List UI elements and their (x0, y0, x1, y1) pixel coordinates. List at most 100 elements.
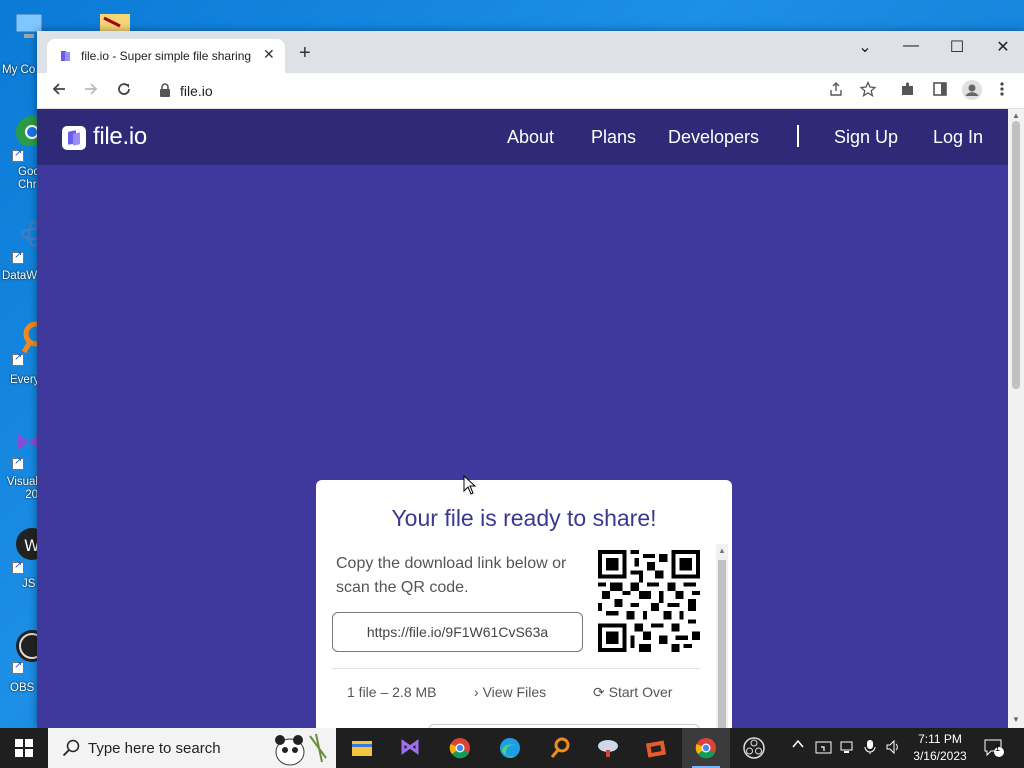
nav-plans[interactable]: Plans (591, 127, 636, 148)
panda-highlight-icon (275, 733, 327, 766)
satellite-dish-icon (598, 740, 618, 757)
tab-title: file.io - Super simple file sharing (81, 49, 252, 63)
tab-close-icon[interactable]: ✕ (263, 46, 275, 63)
taskbar-chrome-active[interactable] (682, 728, 730, 768)
kebab-menu-icon (1000, 82, 1004, 96)
notification-center-button[interactable]: 1 (984, 739, 1004, 757)
shortcut-arrow-icon (12, 660, 24, 674)
scroll-up-arrow-icon[interactable]: ▲ (718, 546, 726, 555)
forward-button[interactable] (83, 81, 99, 102)
nav-separator (797, 125, 799, 147)
scroll-down-arrow-icon[interactable]: ▼ (1012, 715, 1020, 724)
avatar-icon (962, 80, 982, 100)
extensions-button[interactable] (900, 81, 916, 102)
tray-microphone-icon[interactable] (863, 739, 877, 758)
profile-button[interactable] (961, 79, 983, 106)
notification-icon (984, 739, 1004, 757)
start-over-label: Start Over (608, 684, 673, 700)
nav-about[interactable]: About (507, 127, 554, 148)
visual-studio-icon (401, 739, 419, 755)
puzzle-icon (902, 82, 913, 95)
tray-overflow-chevron-icon[interactable] (791, 737, 805, 754)
windows-start-icon[interactable] (15, 739, 33, 757)
nav-log-in[interactable]: Log In (933, 127, 983, 148)
mouse-cursor-icon (463, 475, 477, 495)
new-tab-button[interactable]: + (299, 43, 311, 63)
card-divider (332, 668, 700, 669)
chevron-up-icon (792, 739, 804, 748)
page-scrollbar[interactable]: ▲ ▼ (1008, 109, 1024, 728)
shortcut-arrow-icon (12, 352, 24, 366)
site-navbar: file.io About Plans Developers Sign Up L… (37, 109, 1008, 165)
star-icon (859, 80, 877, 97)
notification-badge: 1 (995, 743, 1001, 753)
search-placeholder: Type here to search (88, 740, 221, 757)
browser-window: file.io - Super simple file sharing ✕ + … (37, 31, 1024, 728)
taskbar-chrome[interactable] (436, 728, 484, 768)
arrow-right-icon (85, 83, 98, 95)
taskbar-obs[interactable] (730, 728, 778, 768)
tray-network-icon[interactable] (839, 739, 855, 758)
address-bar[interactable]: file.io (149, 77, 869, 105)
share-heading: Your file is ready to share! (391, 505, 657, 531)
taskbar-file-explorer[interactable] (338, 728, 386, 768)
chrome-icon (695, 738, 716, 759)
reload-button[interactable] (116, 81, 132, 102)
folder-icon (100, 14, 130, 32)
shortcut-arrow-icon (12, 250, 24, 264)
shortcut-arrow-icon (12, 456, 24, 470)
lock-icon (160, 83, 170, 97)
url-text: file.io (180, 83, 213, 99)
desktop-icon-label: JS (22, 578, 36, 590)
side-panel-button[interactable] (932, 81, 948, 102)
folder-icon (352, 741, 372, 756)
tab-fileio[interactable]: file.io - Super simple file sharing ✕ (47, 39, 285, 73)
menu-button[interactable] (999, 81, 1005, 102)
magnifier-icon (550, 737, 570, 758)
taskbar-app-satellite[interactable] (584, 728, 632, 768)
taskbar-visual-studio[interactable] (386, 728, 434, 768)
desktop-icon-label: Visual 20 (6, 476, 38, 501)
nav-developers[interactable]: Developers (668, 127, 759, 148)
tray-battery-icon[interactable] (815, 739, 833, 758)
battery-icon (815, 741, 832, 754)
taskbar-app-toolbox[interactable] (632, 728, 680, 768)
chevron-right-icon: › (474, 684, 479, 700)
chrome-icon (449, 738, 470, 759)
download-link-field[interactable]: https://file.io/9F1W61CvS63a (332, 612, 583, 652)
clock-date: 3/16/2023 (913, 749, 967, 763)
back-button[interactable] (51, 81, 67, 102)
maximize-button[interactable]: ☐ (942, 37, 972, 57)
refresh-icon: ⟳ (593, 684, 605, 700)
clock-time: 7:11 PM (918, 732, 962, 746)
taskbar-clock[interactable]: 7:11 PM 3/16/2023 (900, 731, 980, 765)
minimize-button[interactable]: — (896, 37, 926, 55)
tray-volume-icon[interactable] (885, 739, 901, 758)
shortcut-arrow-icon (12, 148, 24, 162)
view-files-label: View Files (482, 684, 547, 700)
site-brand[interactable]: file.io (93, 123, 147, 151)
search-icon (62, 739, 80, 757)
view-files-button[interactable]: › View Files (474, 684, 546, 700)
page-scrollbar-thumb[interactable] (1012, 121, 1020, 389)
nav-sign-up[interactable]: Sign Up (834, 127, 898, 148)
network-icon (840, 741, 853, 753)
bookmark-button[interactable] (859, 80, 877, 102)
qr-code (598, 550, 700, 652)
fileio-logo-icon[interactable] (62, 126, 86, 150)
browser-toolbar: file.io (37, 73, 1024, 109)
tab-search-icon[interactable]: ⌄ (850, 37, 880, 57)
share-button[interactable] (828, 81, 844, 102)
scroll-up-arrow-icon[interactable]: ▲ (1012, 111, 1020, 120)
desktop-icon-folder[interactable] (98, 12, 132, 32)
close-window-button[interactable]: ✕ (988, 37, 1018, 57)
desktop-icon-label: My Co (2, 64, 36, 76)
arrow-left-icon (52, 83, 65, 95)
start-over-button[interactable]: ⟳ Start Over (593, 684, 672, 701)
taskbar-everything[interactable] (536, 728, 584, 768)
microphone-icon (864, 740, 876, 754)
reload-icon (118, 83, 130, 95)
card-scrollbar-thumb[interactable] (718, 560, 726, 728)
taskbar-edge[interactable] (486, 728, 534, 768)
taskbar-search[interactable]: Type here to search (48, 728, 336, 768)
